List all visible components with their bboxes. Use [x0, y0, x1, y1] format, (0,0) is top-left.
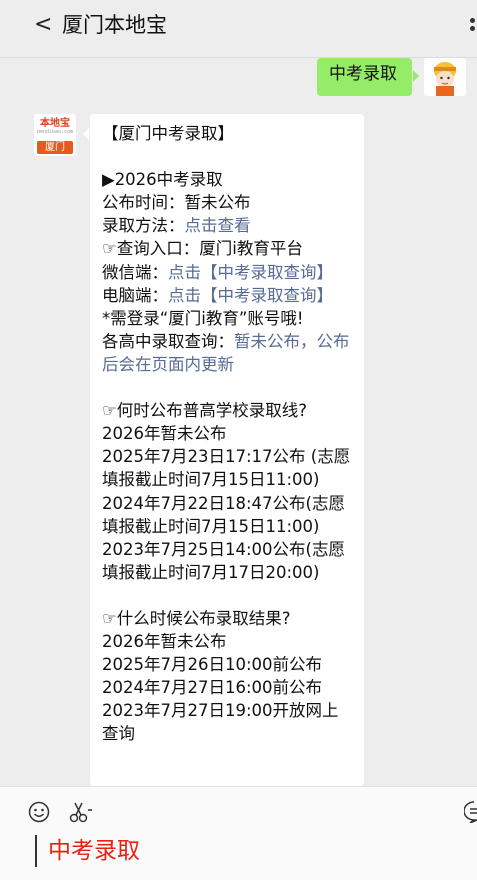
text-cursor — [35, 835, 37, 867]
msg-line: ☞查询入口：厦门i教育平台 — [102, 239, 303, 259]
back-button[interactable]: < — [34, 12, 52, 37]
bot-message-bubble: 【厦门中考录取】 ▶2026中考录取 公布时间：暂未公布 录取方法：点击查看 ☞… — [83, 114, 364, 786]
wechat-query-link[interactable]: 点击【中考录取查询】 — [168, 263, 333, 282]
chat-header: < 厦门本地宝 — [0, 0, 477, 58]
msg-line: 2026年暂未公布 — [102, 424, 227, 444]
user-message-text: 中考录取 — [329, 64, 397, 84]
user-message-bubble: 中考录取 — [317, 58, 419, 96]
view-method-link[interactable]: 点击查看 — [185, 216, 251, 235]
msg-line: 电脑端：点击【中考录取查询】 — [102, 285, 333, 305]
msg-line: ☞什么时候公布录取结果? — [102, 608, 291, 628]
msg-line: 2023年7月25日14:00公布(志愿填报截止时间7月17日20:00) — [102, 539, 345, 582]
avatar-brand-text: 本地宝 — [40, 118, 70, 129]
msg-line: 微信端：点击【中考录取查询】 — [102, 262, 333, 282]
msg-line: 2024年7月27日16:00前公布 — [102, 678, 323, 698]
msg-line: 公布时间：暂未公布 — [102, 193, 251, 213]
avatar-city-label: 厦门 — [37, 141, 73, 154]
more-icon[interactable] — [468, 18, 477, 40]
msg-line: 2024年7月22日18:47公布(志愿填报截止时间7月15日11:00) — [102, 493, 345, 536]
bot-avatar[interactable]: 本地宝 bendibao.com 厦门 — [34, 114, 76, 156]
msg-line: ☞何时公布普高学校录取线? — [102, 401, 308, 421]
msg-line: 2025年7月23日17:17公布 (志愿填报截止时间7月15日11:00) — [102, 447, 351, 490]
msg-line: *需登录“厦门i教育”账号哦! — [102, 308, 304, 328]
pc-query-link[interactable]: 点击【中考录取查询】 — [168, 286, 333, 305]
msg-line: 2026年暂未公布 — [102, 632, 227, 652]
avatar-domain-text: bendibao.com — [36, 129, 74, 135]
msg-title: 【厦门中考录取】 — [102, 124, 234, 143]
user-avatar[interactable] — [424, 58, 466, 96]
msg-line: ▶2026中考录取 — [102, 170, 223, 190]
msg-line: 2023年7月27日19:00开放网上查询 — [102, 701, 339, 744]
message-input[interactable]: 中考录取 — [48, 835, 140, 867]
msg-line: 录取方法：点击查看 — [102, 216, 251, 236]
input-bar: 中考录取 — [0, 786, 477, 880]
scissors-icon[interactable] — [68, 800, 94, 824]
chat-title: 厦门本地宝 — [62, 13, 167, 37]
chat-icon[interactable] — [463, 801, 477, 824]
msg-line: 各高中录取查询：暂未公布，公布后会在页面内更新 — [102, 331, 350, 374]
emoji-icon[interactable] — [28, 801, 50, 823]
msg-line: 2025年7月26日10:00前公布 — [102, 655, 323, 675]
